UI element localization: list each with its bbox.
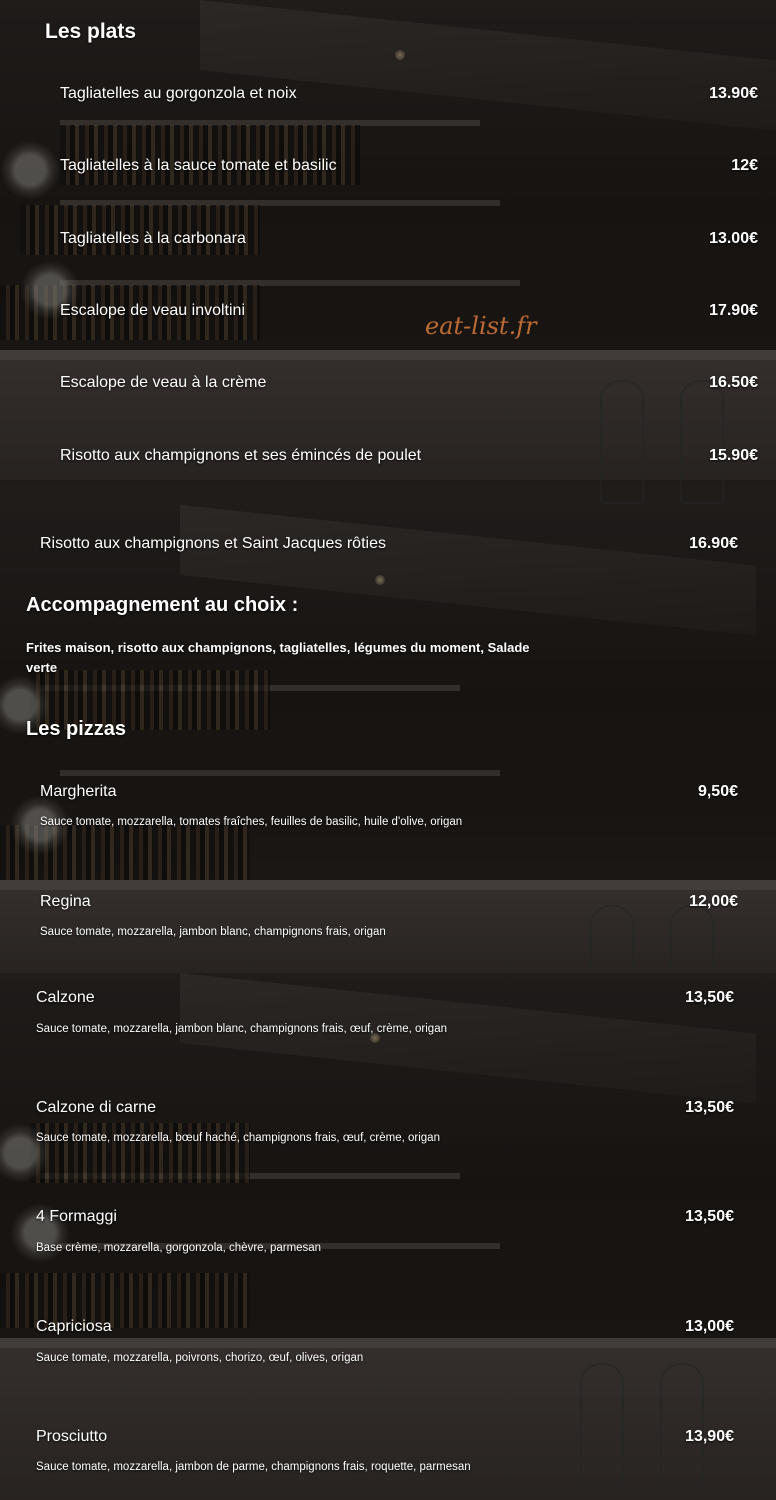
section-heading-pizzas: Les pizzas xyxy=(26,718,127,740)
dish-name: Escalope de veau involtini xyxy=(60,302,246,319)
pizza-name: Calzone di carne xyxy=(36,1099,157,1116)
pizza-description: Sauce tomate, mozzarella, bœuf haché, ch… xyxy=(36,1132,440,1144)
pizza-price: 13,50€ xyxy=(685,989,734,1006)
bar-background-photo xyxy=(0,973,776,1500)
section-heading-accompagnement: Accompagnement au choix : xyxy=(26,594,299,616)
pizza-description: Base crème, mozzarella, gorgonzola, chèv… xyxy=(36,1242,322,1254)
pizza-name: Capriciosa xyxy=(36,1318,112,1335)
dish-price: 13.00€ xyxy=(709,230,758,247)
dish-name: Escalope de veau à la crème xyxy=(60,374,267,391)
dish-name: Risotto aux champignons et ses émincés d… xyxy=(60,447,422,464)
bar-background-photo xyxy=(0,0,776,505)
pizza-description: Sauce tomate, mozzarella, jambon blanc, … xyxy=(40,926,386,938)
menu-panel-1 xyxy=(0,0,776,505)
dish-price: 15.90€ xyxy=(709,447,758,464)
pizza-description: Sauce tomate, mozzarella, jambon blanc, … xyxy=(36,1023,447,1035)
pizza-price: 13,50€ xyxy=(685,1099,734,1116)
pizza-price: 9,50€ xyxy=(697,783,738,800)
accompagnement-list: Frites maison, risotto aux champignons, … xyxy=(26,640,530,675)
pizza-price: 13,00€ xyxy=(685,1318,734,1335)
dish-name: Tagliatelles à la carbonara xyxy=(60,230,246,247)
dish-name: Tagliatelles au gorgonzola et noix xyxy=(60,85,297,102)
dish-price: 16.90€ xyxy=(689,535,738,552)
pizza-name: Calzone xyxy=(36,989,95,1006)
pizza-description: Sauce tomate, mozzarella, jambon de parm… xyxy=(36,1461,471,1473)
pizza-price: 12,00€ xyxy=(689,893,738,910)
dish-name: Tagliatelles à la sauce tomate et basili… xyxy=(60,157,337,174)
pizza-description: Sauce tomate, mozzarella, poivrons, chor… xyxy=(36,1352,364,1364)
dish-price: 17.90€ xyxy=(709,302,758,319)
pizza-price: 13,90€ xyxy=(685,1428,734,1445)
dish-price: 13.90€ xyxy=(709,85,758,102)
watermark-logo: eat-list.fr xyxy=(425,312,537,340)
dish-name: Risotto aux champignons et Saint Jacques… xyxy=(40,535,386,552)
pizza-name: Regina xyxy=(40,893,91,910)
pizza-name: Margherita xyxy=(40,783,117,800)
menu-panel-3 xyxy=(0,973,776,1500)
dish-price: 16.50€ xyxy=(709,374,758,391)
pizza-price: 13,50€ xyxy=(685,1208,734,1225)
dish-price: 12€ xyxy=(731,157,758,174)
pizza-name: 4 Formaggi xyxy=(36,1208,117,1225)
section-heading-plats: Les plats xyxy=(45,20,137,43)
pizza-name: Prosciutto xyxy=(36,1428,108,1445)
pizza-description: Sauce tomate, mozzarella, tomates fraîch… xyxy=(40,816,463,828)
